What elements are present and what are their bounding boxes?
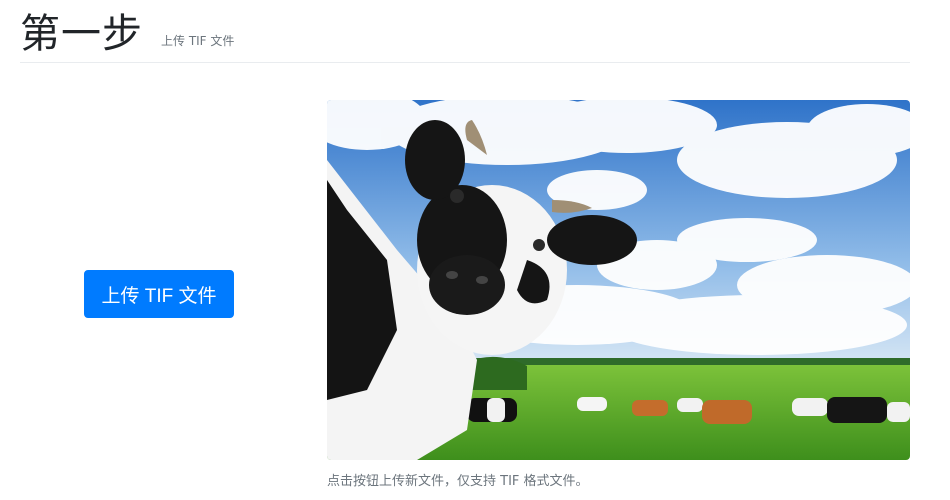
page-header: 第一步 上传 TIF 文件 [20, 4, 910, 63]
page-title: 第一步 [20, 11, 143, 57]
cow-photo-illustration [327, 100, 910, 460]
upload-tif-button[interactable]: 上传 TIF 文件 [84, 270, 234, 318]
preview-caption: 点击按钮上传新文件，仅支持 TIF 格式文件。 [327, 474, 589, 489]
page: 第一步 上传 TIF 文件 上传 TIF 文件 点击按钮上传新文件，仅支持 TI… [0, 0, 950, 500]
page-subtitle: 上传 TIF 文件 [161, 34, 235, 48]
preview-image [327, 100, 910, 460]
